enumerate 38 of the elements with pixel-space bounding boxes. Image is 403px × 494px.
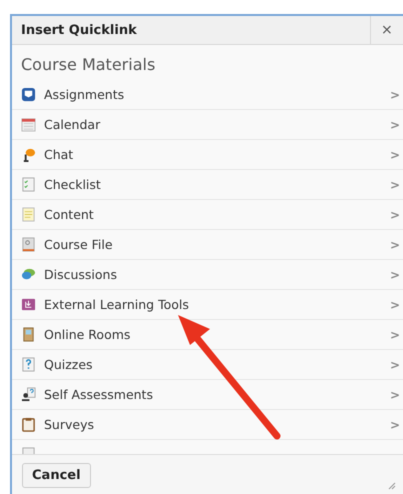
quicklink-item[interactable]: Self Assessments > bbox=[12, 380, 403, 410]
speech-bubbles-icon bbox=[21, 267, 36, 282]
clipboard-icon bbox=[21, 417, 36, 432]
question-icon bbox=[21, 357, 36, 372]
dialog-title: Insert Quicklink bbox=[20, 22, 138, 38]
quicklink-item[interactable]: Calendar > bbox=[12, 110, 403, 140]
quicklink-item[interactable]: Chat > bbox=[12, 140, 403, 170]
chevron-icon: > bbox=[390, 418, 400, 432]
checklist-icon bbox=[21, 177, 36, 192]
quicklink-item[interactable]: Course File > bbox=[12, 230, 403, 260]
door-icon bbox=[21, 327, 36, 342]
chevron-icon: > bbox=[390, 358, 400, 372]
file-icon bbox=[21, 237, 36, 252]
quicklink-item[interactable]: Assignments > bbox=[12, 80, 403, 110]
chat-icon bbox=[21, 147, 36, 162]
cancel-button[interactable]: Cancel bbox=[22, 463, 91, 488]
calendar-icon bbox=[21, 117, 36, 132]
section-heading: Course Materials bbox=[20, 54, 156, 76]
quicklink-item[interactable]: Checklist > bbox=[12, 170, 403, 200]
resize-grip-icon bbox=[386, 480, 396, 490]
quicklink-item[interactable]: Content > bbox=[12, 200, 403, 230]
quicklink-item[interactable]: Discussions > bbox=[12, 260, 403, 290]
quicklink-item[interactable]: External Learning Tools > bbox=[12, 290, 403, 320]
person-question-icon bbox=[21, 387, 36, 402]
chevron-icon: > bbox=[390, 148, 400, 162]
chevron-icon: > bbox=[390, 298, 400, 312]
chevron-icon: > bbox=[390, 208, 400, 222]
close-button[interactable]: × bbox=[370, 16, 403, 44]
chevron-icon: > bbox=[390, 238, 400, 252]
chevron-icon: > bbox=[390, 328, 400, 342]
chevron-icon: > bbox=[390, 88, 400, 102]
quicklink-item[interactable]: Surveys > bbox=[12, 410, 403, 440]
chevron-icon: > bbox=[390, 268, 400, 282]
document-icon bbox=[21, 207, 36, 222]
chevron-icon: > bbox=[390, 388, 400, 402]
chevron-icon: > bbox=[390, 178, 400, 192]
quicklink-item[interactable]: Quizzes > bbox=[12, 350, 403, 380]
chevron-icon: > bbox=[390, 118, 400, 132]
